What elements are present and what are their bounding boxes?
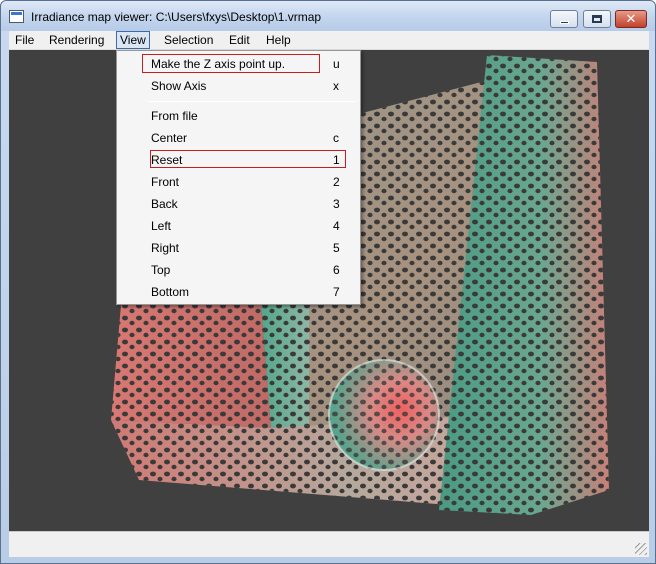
menu-item-label: Right — [151, 241, 180, 255]
close-button[interactable]: ✕ — [615, 10, 647, 28]
menu-item-label: Bottom — [151, 285, 190, 299]
menu-item-label: Front — [151, 175, 180, 189]
menu-item-top[interactable]: Top 6 — [117, 260, 360, 280]
menu-item-shortcut: 7 — [333, 285, 340, 299]
menu-item-label: Show Axis — [151, 79, 207, 93]
menu-bar: File Rendering View Selection Edit Help — [9, 31, 649, 50]
menu-item-shortcut: 3 — [333, 197, 340, 211]
menu-item-label: Back — [151, 197, 178, 211]
menu-item-label: Left — [151, 219, 172, 233]
menu-item-shortcut: u — [333, 57, 340, 71]
window-title: Irradiance map viewer: C:\Users\fxys\Des… — [31, 10, 322, 24]
menu-item-front[interactable]: Front 2 — [117, 172, 360, 192]
menu-item-from-file[interactable]: From file — [117, 106, 360, 126]
menu-item-show-axis[interactable]: Show Axis x — [117, 76, 360, 96]
menu-separator — [147, 101, 357, 102]
menu-item-bottom[interactable]: Bottom 7 — [117, 282, 360, 302]
menu-item-left[interactable]: Left 4 — [117, 216, 360, 236]
title-bar[interactable]: Irradiance map viewer: C:\Users\fxys\Des… — [1, 1, 655, 31]
close-icon: ✕ — [625, 11, 637, 27]
menu-item-shortcut: c — [333, 131, 339, 145]
highlight-box-z-axis — [142, 54, 320, 73]
highlight-box-reset — [150, 150, 346, 168]
menu-item-center[interactable]: Center c — [117, 128, 360, 148]
app-window: Irradiance map viewer: C:\Users\fxys\Des… — [0, 0, 656, 564]
menu-item-shortcut: 6 — [333, 263, 340, 277]
minimize-icon — [559, 20, 569, 24]
view-menu-dropdown: Make the Z axis point up. u Show Axis x … — [116, 50, 361, 305]
menu-item-shortcut: 4 — [333, 219, 340, 233]
menu-view[interactable]: View — [116, 31, 150, 49]
menu-item-label: From file — [151, 109, 198, 123]
menu-item-label: Center — [151, 131, 188, 145]
menu-item-shortcut: 5 — [333, 241, 340, 255]
app-icon — [9, 10, 24, 23]
menu-item-shortcut: x — [333, 79, 339, 93]
menu-edit[interactable]: Edit — [229, 33, 250, 47]
menu-help[interactable]: Help — [266, 33, 291, 47]
resize-grip-icon[interactable] — [635, 543, 647, 555]
menu-item-right[interactable]: Right 5 — [117, 238, 360, 258]
maximize-icon — [592, 15, 602, 23]
maximize-button[interactable] — [583, 10, 611, 28]
status-bar — [9, 531, 649, 557]
menu-selection[interactable]: Selection — [164, 33, 213, 47]
menu-rendering[interactable]: Rendering — [49, 33, 104, 47]
minimize-button[interactable] — [550, 10, 578, 28]
menu-item-back[interactable]: Back 3 — [117, 194, 360, 214]
menu-item-shortcut: 2 — [333, 175, 340, 189]
menu-file[interactable]: File — [15, 33, 34, 47]
menu-item-label: Top — [151, 263, 171, 277]
